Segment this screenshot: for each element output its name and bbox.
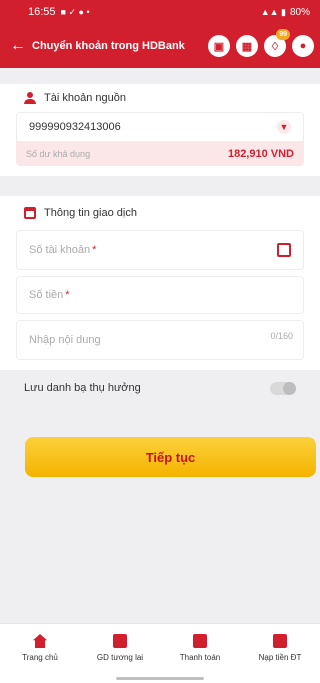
required-mark: * xyxy=(65,289,70,301)
account-number: 999990932413006 xyxy=(29,121,121,133)
balance-value: 182,910 VND xyxy=(227,148,294,160)
save-beneficiary-row: Lưu danh bạ thụ hưởng xyxy=(0,370,320,406)
chat-icon[interactable]: ● xyxy=(292,35,314,57)
menu-grid-icon[interactable]: ▦ xyxy=(236,35,258,57)
source-account-header: Tài khoản nguồn xyxy=(0,84,320,112)
balance-row: Số dư khả dụng 182,910 VND xyxy=(16,142,304,166)
notification-bell-icon[interactable]: ♢ 99 xyxy=(264,29,290,57)
back-arrow-icon[interactable]: ← xyxy=(10,37,28,55)
nav-label: Nạp tiền ĐT xyxy=(258,653,302,662)
source-account-section: Tài khoản nguồn 999990932413006 ▼ Số dư … xyxy=(0,84,320,176)
transaction-title: Thông tin giao dịch xyxy=(44,207,137,219)
balance-label: Số dư khả dụng xyxy=(26,149,91,159)
status-time: 16:55 xyxy=(28,6,56,18)
content-counter: 0/160 xyxy=(270,331,293,341)
continue-button[interactable]: Tiếp tục xyxy=(25,437,316,477)
nav-label: GD tương lai xyxy=(96,653,144,662)
nav-label: Thanh toán xyxy=(179,653,221,662)
save-beneficiary-label: Lưu danh bạ thụ hưởng xyxy=(24,382,141,394)
transaction-header: Thông tin giao dịch xyxy=(0,196,320,230)
bill-payment-icon xyxy=(193,634,207,648)
app-bar: ← Chuyển khoản trong HDBank ▣ ▦ ♢ 99 ● xyxy=(0,24,320,68)
bottom-nav: Trang chủ GD tương lai Thanh toán Nạp ti… xyxy=(0,623,320,683)
amount-placeholder: Số tiền xyxy=(29,289,64,301)
person-icon xyxy=(24,92,36,104)
status-bar: 16:55 ■ ✓ ● • ▲▲ ▮ 80% xyxy=(0,0,320,24)
home-icon xyxy=(33,634,47,648)
notification-badge: 99 xyxy=(276,29,290,40)
notification-icons: ■ ✓ ● • xyxy=(60,6,90,17)
future-transaction-icon xyxy=(113,634,127,648)
contact-book-icon[interactable] xyxy=(277,243,291,257)
content-placeholder: Nhập nội dung xyxy=(29,334,101,346)
required-mark: * xyxy=(92,244,97,256)
save-beneficiary-toggle[interactable] xyxy=(270,381,296,395)
content-field[interactable]: Nhập nội dung 0/160 xyxy=(16,320,304,360)
account-dropdown[interactable]: 999990932413006 ▼ xyxy=(16,112,304,142)
phone-topup-icon xyxy=(273,634,287,648)
amount-field[interactable]: Số tiền * xyxy=(16,276,304,314)
account-number-placeholder: Số tài khoản xyxy=(29,244,91,256)
source-account-title: Tài khoản nguồn xyxy=(44,92,126,104)
nav-item-future-transaction[interactable]: GD tương lai xyxy=(80,624,160,683)
nav-label: Trang chủ xyxy=(22,653,58,662)
home-indicator[interactable] xyxy=(116,677,204,680)
qr-scan-icon[interactable]: ▣ xyxy=(208,35,230,57)
page-title: Chuyển khoản trong HDBank xyxy=(32,40,185,52)
nav-item-payment[interactable]: Thanh toán xyxy=(160,624,240,683)
nav-item-topup[interactable]: Nạp tiền ĐT xyxy=(240,624,320,683)
account-number-field[interactable]: Số tài khoản * xyxy=(16,230,304,270)
chevron-down-icon[interactable]: ▼ xyxy=(277,120,291,134)
calendar-icon xyxy=(24,207,36,219)
nav-item-home[interactable]: Trang chủ xyxy=(0,624,80,683)
signal-icon: ▲▲ ▮ xyxy=(260,6,286,17)
battery-text: 80% xyxy=(289,6,310,18)
transaction-section: Thông tin giao dịch Số tài khoản * Số tiề… xyxy=(0,196,320,370)
